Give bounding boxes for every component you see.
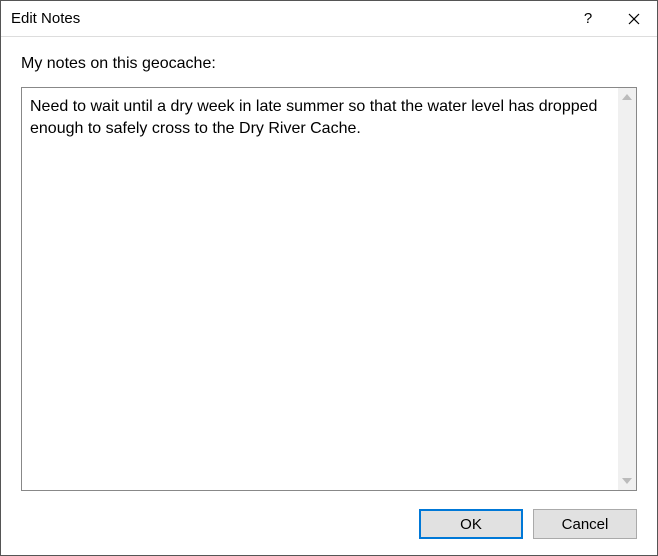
scroll-up-arrow-icon[interactable] [618,88,636,106]
help-button[interactable]: ? [565,1,611,37]
close-icon [628,13,640,25]
close-button[interactable] [611,1,657,37]
scroll-down-arrow-icon[interactable] [618,472,636,490]
notes-label: My notes on this geocache: [21,55,637,73]
cancel-button[interactable]: Cancel [533,509,637,539]
notes-textarea[interactable] [22,88,618,490]
titlebar: Edit Notes ? [1,1,657,37]
scrollbar[interactable] [618,88,636,490]
dialog-body: My notes on this geocache: [1,37,657,509]
dialog-buttons: OK Cancel [1,509,657,555]
help-icon: ? [584,10,592,27]
notes-field-wrap [21,87,637,491]
edit-notes-dialog: Edit Notes ? My notes on this geocache: [0,0,658,556]
window-title: Edit Notes [11,10,565,27]
ok-button[interactable]: OK [419,509,523,539]
